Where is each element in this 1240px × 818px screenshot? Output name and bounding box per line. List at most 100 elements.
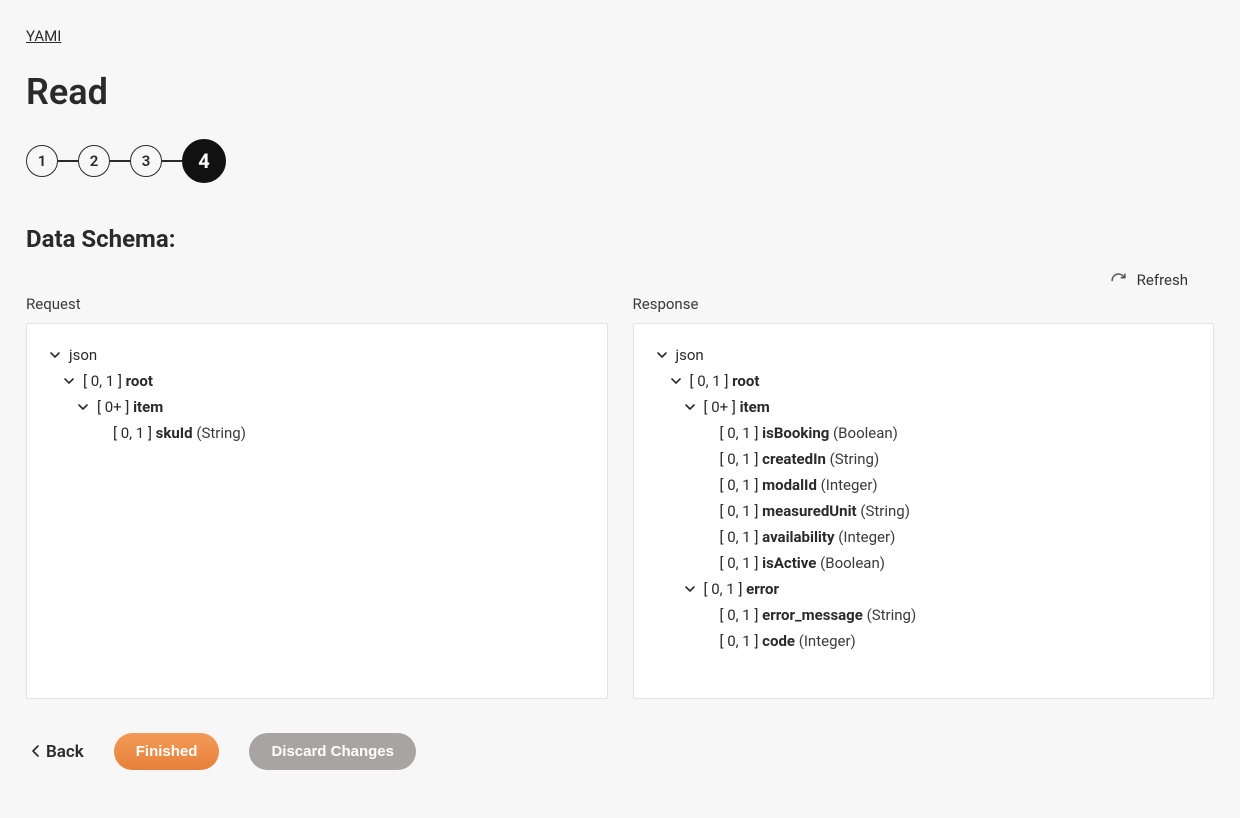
chevron-down-icon[interactable] [682,581,698,597]
step-1[interactable]: 1 [26,145,58,177]
refresh-label: Refresh [1137,271,1188,289]
request-node-text: json [69,346,97,364]
response-node-text: [ 0, 1 ] availability (Integer) [720,528,896,546]
response-node-text: [ 0, 1 ] root [690,372,760,390]
step-3[interactable]: 3 [130,145,162,177]
chevron-down-icon[interactable] [654,347,670,363]
cardinality-text: [ 0, 1 ] [113,424,156,442]
chevron-down-icon[interactable] [61,373,77,389]
response-tree-row: [ 0, 1 ] modalId (Integer) [654,472,1194,498]
response-node-text: [ 0, 1 ] isActive (Boolean) [720,554,885,572]
section-title-data-schema: Data Schema: [26,225,1214,253]
response-panel-label: Response [633,295,1215,313]
request-tree-row[interactable]: json [47,342,587,368]
node-type: (String) [826,450,879,468]
response-node-text: [ 0, 1 ] code (Integer) [720,632,856,650]
response-tree-row: [ 0, 1 ] createdIn (String) [654,446,1194,472]
node-type: (Integer) [835,528,896,546]
node-name: code [762,632,795,650]
response-tree-row: [ 0, 1 ] availability (Integer) [654,524,1194,550]
node-type: (String) [193,424,246,442]
node-type: (Boolean) [816,554,885,572]
cardinality-text: [ 0+ ] [97,398,133,416]
response-node-text: json [676,346,704,364]
node-name: item [133,398,163,416]
request-panel: json [ 0, 1 ] root [ 0+ ] item [ 0, 1 ] sku… [26,323,608,699]
node-name: error_message [762,606,863,624]
node-name: json [69,346,97,364]
response-node-text: [ 0, 1 ] isBooking (Boolean) [720,424,898,442]
response-tree-row: [ 0, 1 ] isActive (Boolean) [654,550,1194,576]
refresh-icon [1110,272,1127,289]
node-type: (Boolean) [829,424,898,442]
request-node-text: [ 0, 1 ] root [83,372,153,390]
cardinality-text: [ 0, 1 ] [720,476,763,494]
chevron-down-icon[interactable] [47,347,63,363]
finished-button[interactable]: Finished [114,733,220,770]
node-type: (String) [857,502,910,520]
response-tree-row[interactable]: [ 0, 1 ] root [654,368,1194,394]
node-name: root [126,372,153,390]
response-tree-row: [ 0, 1 ] isBooking (Boolean) [654,420,1194,446]
cardinality-text: [ 0, 1 ] [83,372,126,390]
node-type: (Integer) [817,476,878,494]
cardinality-text: [ 0, 1 ] [704,580,747,598]
chevron-left-icon [32,742,40,762]
request-tree-row: [ 0, 1 ] skuId (String) [47,420,587,446]
response-node-text: [ 0, 1 ] createdIn (String) [720,450,880,468]
response-node-text: [ 0+ ] item [704,398,770,416]
request-node-text: [ 0, 1 ] skuId (String) [113,424,246,442]
response-tree-row[interactable]: json [654,342,1194,368]
cardinality-text: [ 0, 1 ] [720,424,763,442]
node-name: measuredUnit [762,502,856,520]
page-title: Read [26,71,1214,113]
cardinality-text: [ 0, 1 ] [690,372,733,390]
node-name: isBooking [762,424,829,442]
refresh-button[interactable]: Refresh [1110,271,1188,289]
node-name: item [740,398,770,416]
node-name: json [676,346,704,364]
breadcrumb-link-yami[interactable]: YAMI [26,27,61,45]
request-tree-row[interactable]: [ 0, 1 ] root [47,368,587,394]
step-connector [110,160,130,162]
node-name: availability [762,528,834,546]
response-panel: json [ 0, 1 ] root [ 0+ ] item [ 0, 1 ] isB… [633,323,1215,699]
response-node-text: [ 0, 1 ] error [704,580,779,598]
response-tree-row: [ 0, 1 ] measuredUnit (String) [654,498,1194,524]
cardinality-text: [ 0, 1 ] [720,554,763,572]
back-button[interactable]: Back [32,742,84,762]
response-node-text: [ 0, 1 ] modalId (Integer) [720,476,878,494]
cardinality-text: [ 0, 1 ] [720,450,763,468]
chevron-down-icon[interactable] [682,399,698,415]
step-2[interactable]: 2 [78,145,110,177]
request-tree-row[interactable]: [ 0+ ] item [47,394,587,420]
node-name: createdIn [762,450,826,468]
node-name: isActive [762,554,816,572]
breadcrumb: YAMI [26,26,1214,45]
cardinality-text: [ 0, 1 ] [720,632,763,650]
chevron-down-icon[interactable] [75,399,91,415]
response-tree-row: [ 0, 1 ] error_message (String) [654,602,1194,628]
node-type: (String) [863,606,916,624]
cardinality-text: [ 0, 1 ] [720,502,763,520]
response-node-text: [ 0, 1 ] error_message (String) [720,606,917,624]
cardinality-text: [ 0, 1 ] [720,606,763,624]
step-connector [162,160,182,162]
response-tree-row[interactable]: [ 0+ ] item [654,394,1194,420]
step-4[interactable]: 4 [182,139,226,183]
cardinality-text: [ 0+ ] [704,398,740,416]
response-node-text: [ 0, 1 ] measuredUnit (String) [720,502,910,520]
step-connector [58,160,78,162]
discard-changes-button[interactable]: Discard Changes [249,733,416,770]
node-name: error [746,580,779,598]
node-name: root [732,372,759,390]
response-tree-row[interactable]: [ 0, 1 ] error [654,576,1194,602]
cardinality-text: [ 0, 1 ] [720,528,763,546]
node-name: modalId [762,476,817,494]
chevron-down-icon[interactable] [668,373,684,389]
stepper: 1234 [26,139,1214,183]
request-node-text: [ 0+ ] item [97,398,163,416]
response-tree-row: [ 0, 1 ] code (Integer) [654,628,1194,654]
node-name: skuId [156,424,193,442]
node-type: (Integer) [795,632,856,650]
